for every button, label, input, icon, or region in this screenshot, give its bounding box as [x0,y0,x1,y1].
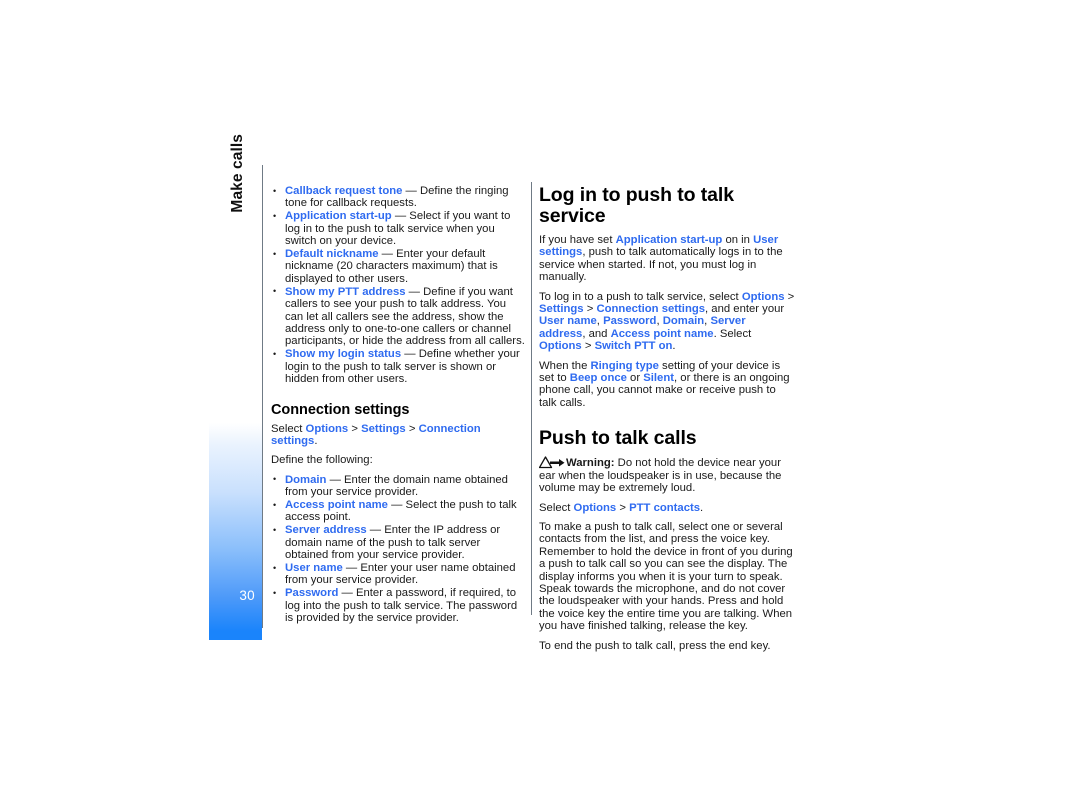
list-item: Show my PTT address — Define if you want… [271,285,525,348]
left-column-rule [262,165,263,628]
term-access-point-name: Access point name [285,499,388,512]
text-fragment: , and enter your [705,303,785,316]
column-divider-rule [531,182,532,615]
list-item: User name — Enter your user name obtaine… [271,562,525,587]
calls-section-heading: Push to talk calls [539,427,697,450]
term-user-name: User name [285,562,343,575]
link-ptt-contacts: PTT contacts [629,501,701,514]
dash: — [342,562,361,575]
link-password: Password [603,315,657,328]
right-column: Log in to push to talk service If you ha… [538,184,795,659]
login-paragraph-1: If you have set Application start-up on … [539,234,795,284]
connection-settings-list: Domain — Enter the domain name obtained … [271,473,525,625]
separator: > [583,303,597,316]
warning-paragraph: Warning: Do not hold the device near you… [538,456,795,494]
login-paragraph-2: To log in to a push to talk service, sel… [539,291,795,353]
text-fragment: When the [539,359,591,372]
dash: — [387,499,406,512]
list-item: Show my login status — Define whether yo… [271,348,525,385]
page-number: 30 [239,588,255,603]
text-fragment: , and [582,327,611,340]
text-fragment: . [672,340,676,353]
dash: — [378,248,397,261]
link-options: Options [741,290,785,303]
text-fragment: or [626,372,644,385]
separator: > [616,501,630,514]
dash: — [405,285,424,298]
text-fragment: on in [722,234,754,246]
login-paragraph-3: When the Ringing type setting of your de… [539,360,795,410]
list-item: Access point name — Select the push to t… [271,499,525,524]
left-column: Callback request tone — Define the ringi… [271,185,525,632]
select-suffix: . [314,434,318,447]
link-domain: Domain [662,315,705,328]
text-fragment: . Select [713,327,752,340]
link-settings: Settings [539,303,584,316]
list-item: Password — Enter a password, if required… [271,587,525,624]
link-application-start-up: Application start-up [615,234,723,246]
dash: — [338,587,356,600]
link-connection-settings: Connection settings [596,303,706,316]
separator: > [581,340,595,353]
page-edge-tab [209,423,262,640]
term-server-address: Server address [285,524,367,537]
list-item: Server address — Enter the IP address or… [271,524,525,561]
list-item: Callback request tone — Define the ringi… [271,185,525,210]
link-beep-once: Beep once [569,372,627,385]
dash: — [401,348,419,361]
dash: — [391,210,410,223]
term-show-my-login-status: Show my login status [285,348,402,361]
link-user-name: User name [539,315,597,328]
chapter-title: Make calls [229,134,246,213]
login-section-heading: Log in to push to talk service [539,184,734,227]
warning-label: Warning: [566,457,615,470]
link-options-3: Options [573,501,617,514]
link-access-point-name: Access point name [610,327,714,340]
text-fragment: To log in to a push to talk service, sel… [539,290,742,303]
term-domain: Domain [285,473,327,486]
calls-body-paragraph: To make a push to talk call, select one … [539,520,793,633]
link-silent: Silent [643,372,675,385]
list-item: Domain — Enter the domain name obtained … [271,473,525,499]
term-application-start-up: Application start-up [285,210,392,223]
connection-settings-heading: Connection settings [271,401,410,418]
text-fragment: . [700,501,704,514]
dash: — [366,524,385,537]
link-switch-ptt-on: Switch PTT on [594,340,673,353]
select-prefix: Select [271,422,306,435]
text-fragment: If you have set [539,234,616,246]
list-item: Application start-up — Select if you wan… [271,210,525,247]
link-ringing-type: Ringing type [590,359,659,372]
ptt-contacts-path: Select Options > PTT contacts. [539,502,795,514]
term-callback-request-tone: Callback request tone [285,185,403,197]
menu-settings: Settings [361,422,406,435]
list-item: Default nickname — Enter your default ni… [271,248,525,285]
define-following-intro: Define the following: [271,454,373,467]
user-settings-list: Callback request tone — Define the ringi… [271,185,525,386]
dash: — [326,473,345,486]
term-show-my-ptt-address: Show my PTT address [285,285,406,298]
calls-closing-paragraph: To end the push to talk call, press the … [539,639,771,652]
menu-options: Options [305,422,349,435]
link-options-2: Options [539,340,582,353]
separator: > [784,290,795,303]
warning-triangle-icon [538,456,565,469]
text-fragment: Select [539,501,574,514]
term-password: Password [285,587,339,600]
dash: — [402,185,420,197]
manual-page: 30 Make calls Callback request tone — De… [0,0,1080,810]
term-default-nickname: Default nickname [285,248,379,261]
connection-settings-path: Select Options > Settings > Connection s… [271,422,481,447]
